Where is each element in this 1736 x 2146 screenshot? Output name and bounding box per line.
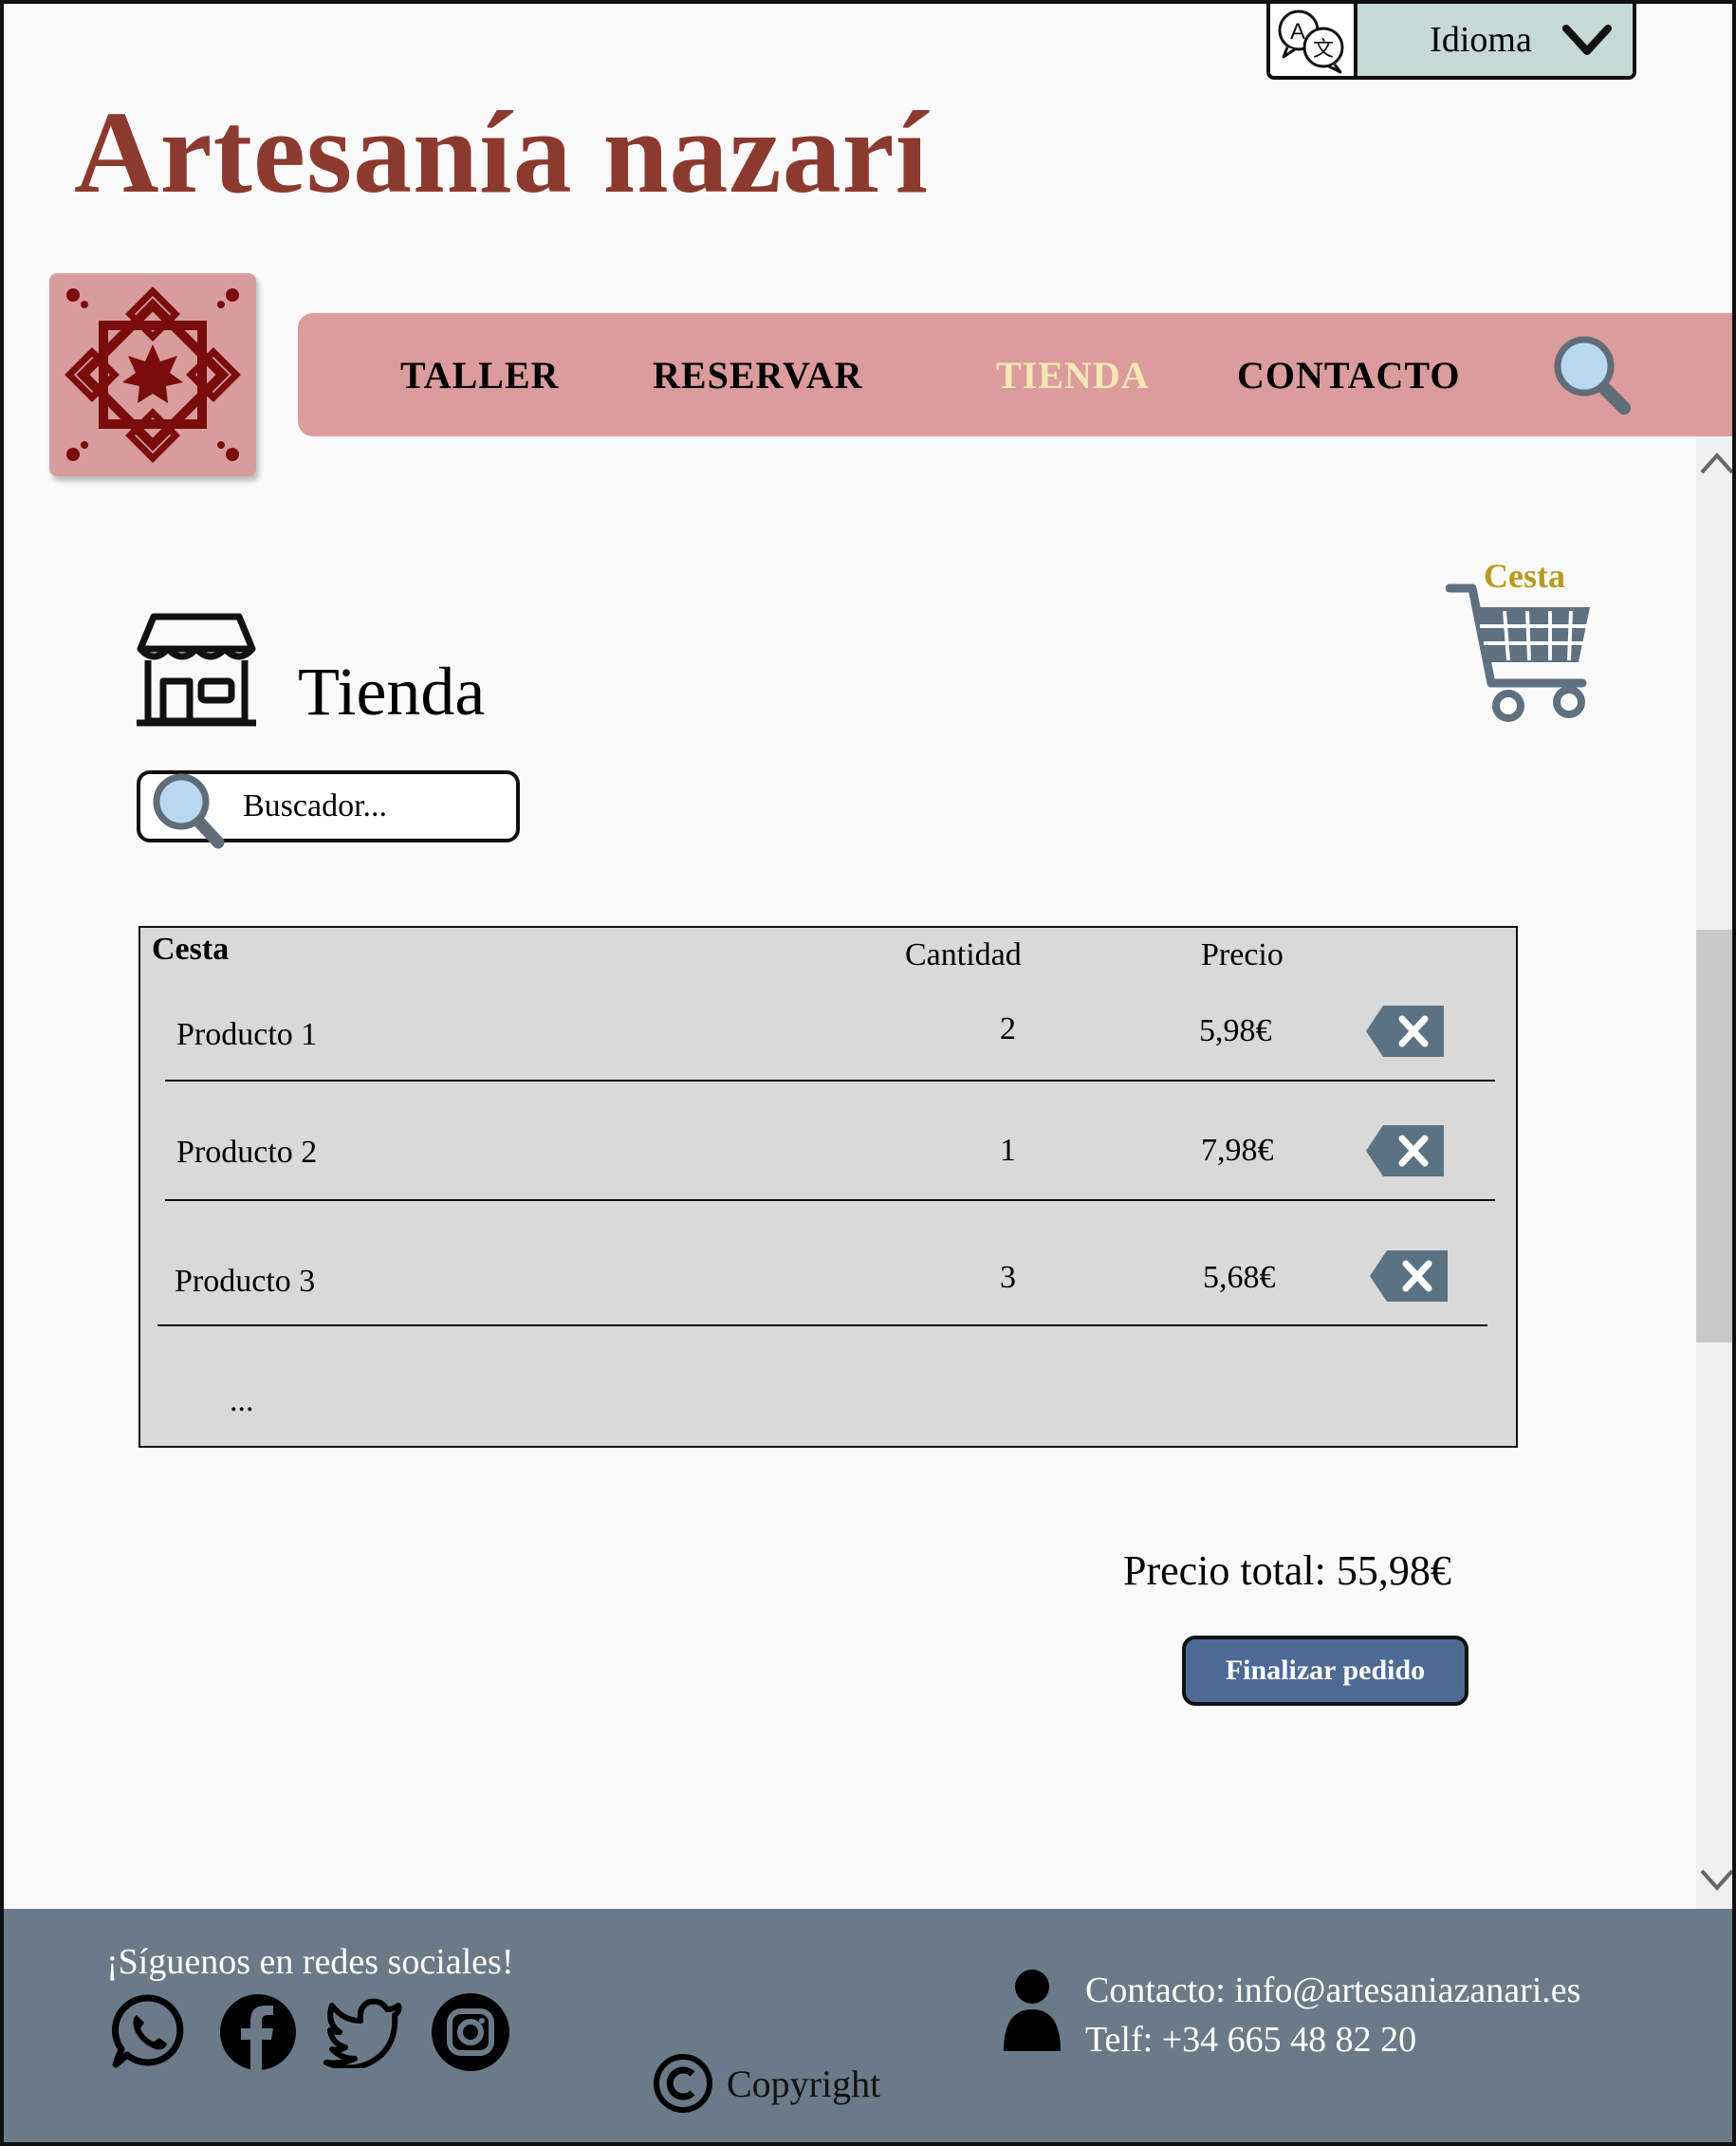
chevron-down-icon bbox=[1562, 25, 1612, 55]
product-quantity: 1 bbox=[1000, 1133, 1016, 1168]
product-quantity: 2 bbox=[1000, 1011, 1016, 1046]
scroll-up-icon[interactable] bbox=[1698, 446, 1736, 480]
language-selector[interactable]: A 文 Idioma bbox=[1266, 0, 1636, 80]
copyright-text: Copyright bbox=[727, 2062, 881, 2105]
row-divider bbox=[165, 1199, 1495, 1201]
nav-item-taller[interactable]: TALLER bbox=[400, 353, 560, 398]
search-input[interactable] bbox=[243, 786, 499, 827]
translate-icon: A 文 bbox=[1270, 4, 1357, 76]
column-header-precio: Precio bbox=[1201, 937, 1284, 972]
column-header-cantidad: Cantidad bbox=[905, 937, 1022, 972]
finish-order-button[interactable]: Finalizar pedido bbox=[1182, 1636, 1468, 1706]
product-name: Producto 3 bbox=[175, 1264, 316, 1299]
product-name: Producto 2 bbox=[176, 1135, 318, 1170]
twitter-icon[interactable] bbox=[323, 1992, 404, 2068]
copyright: Copyright bbox=[653, 2053, 880, 2114]
user-icon bbox=[1004, 1970, 1061, 2051]
column-header-cesta: Cesta bbox=[152, 932, 230, 967]
contact-info: Contacto: info@artesaniazanari.es Telf: … bbox=[1085, 1966, 1580, 2064]
instagram-icon[interactable] bbox=[431, 1992, 510, 2072]
product-name: Producto 1 bbox=[176, 1017, 318, 1052]
footer: ¡Síguenos en redes sociales! Copyright C… bbox=[0, 1909, 1736, 2146]
svg-text:文: 文 bbox=[1313, 38, 1334, 62]
main-nav: TALLER RESERVAR TIENDA CONTACTO bbox=[298, 313, 1736, 436]
search-icon bbox=[153, 773, 225, 849]
product-price: 5,68€ bbox=[1203, 1260, 1276, 1295]
contact-phone[interactable]: Telf: +34 665 48 82 20 bbox=[1085, 2015, 1580, 2064]
delete-icon[interactable] bbox=[1364, 1004, 1446, 1059]
nav-item-contacto[interactable]: CONTACTO bbox=[1237, 353, 1460, 398]
product-price: 5,98€ bbox=[1199, 1013, 1272, 1048]
shopping-cart-icon[interactable] bbox=[1446, 581, 1597, 729]
delete-icon[interactable] bbox=[1368, 1249, 1450, 1304]
copyright-icon bbox=[654, 2054, 712, 2113]
scrollbar[interactable] bbox=[1696, 438, 1736, 1909]
product-quantity: 3 bbox=[1000, 1260, 1016, 1295]
scroll-down-icon[interactable] bbox=[1698, 1863, 1736, 1897]
scrollbar-thumb[interactable] bbox=[1696, 930, 1736, 1342]
site-title[interactable]: Artesanía nazarí bbox=[74, 85, 929, 220]
store-icon bbox=[137, 613, 256, 727]
search-icon[interactable] bbox=[1550, 330, 1635, 417]
search-box[interactable] bbox=[137, 770, 520, 849]
row-divider bbox=[165, 1080, 1495, 1082]
page-title: Tienda bbox=[298, 654, 486, 730]
contact-email[interactable]: Contacto: info@artesaniazanari.es bbox=[1085, 1966, 1580, 2015]
nav-item-reservar[interactable]: RESERVAR bbox=[653, 353, 862, 398]
logo[interactable] bbox=[49, 273, 256, 476]
basket-table: Cesta Cantidad Precio Producto 1 2 5,98€… bbox=[139, 926, 1518, 1448]
tile-logo-icon bbox=[65, 287, 241, 463]
product-price: 7,98€ bbox=[1201, 1133, 1274, 1168]
nav-item-tienda[interactable]: TIENDA bbox=[996, 353, 1150, 398]
more-items: ... bbox=[230, 1383, 254, 1418]
total-price: Precio total: 55,98€ bbox=[1123, 1547, 1451, 1594]
whatsapp-icon[interactable] bbox=[110, 1992, 188, 2070]
svg-text:A: A bbox=[1290, 19, 1305, 45]
row-divider bbox=[157, 1324, 1487, 1326]
social-heading: ¡Síguenos en redes sociales! bbox=[106, 1942, 514, 1982]
delete-icon[interactable] bbox=[1364, 1123, 1446, 1178]
facebook-icon[interactable] bbox=[218, 1992, 298, 2072]
